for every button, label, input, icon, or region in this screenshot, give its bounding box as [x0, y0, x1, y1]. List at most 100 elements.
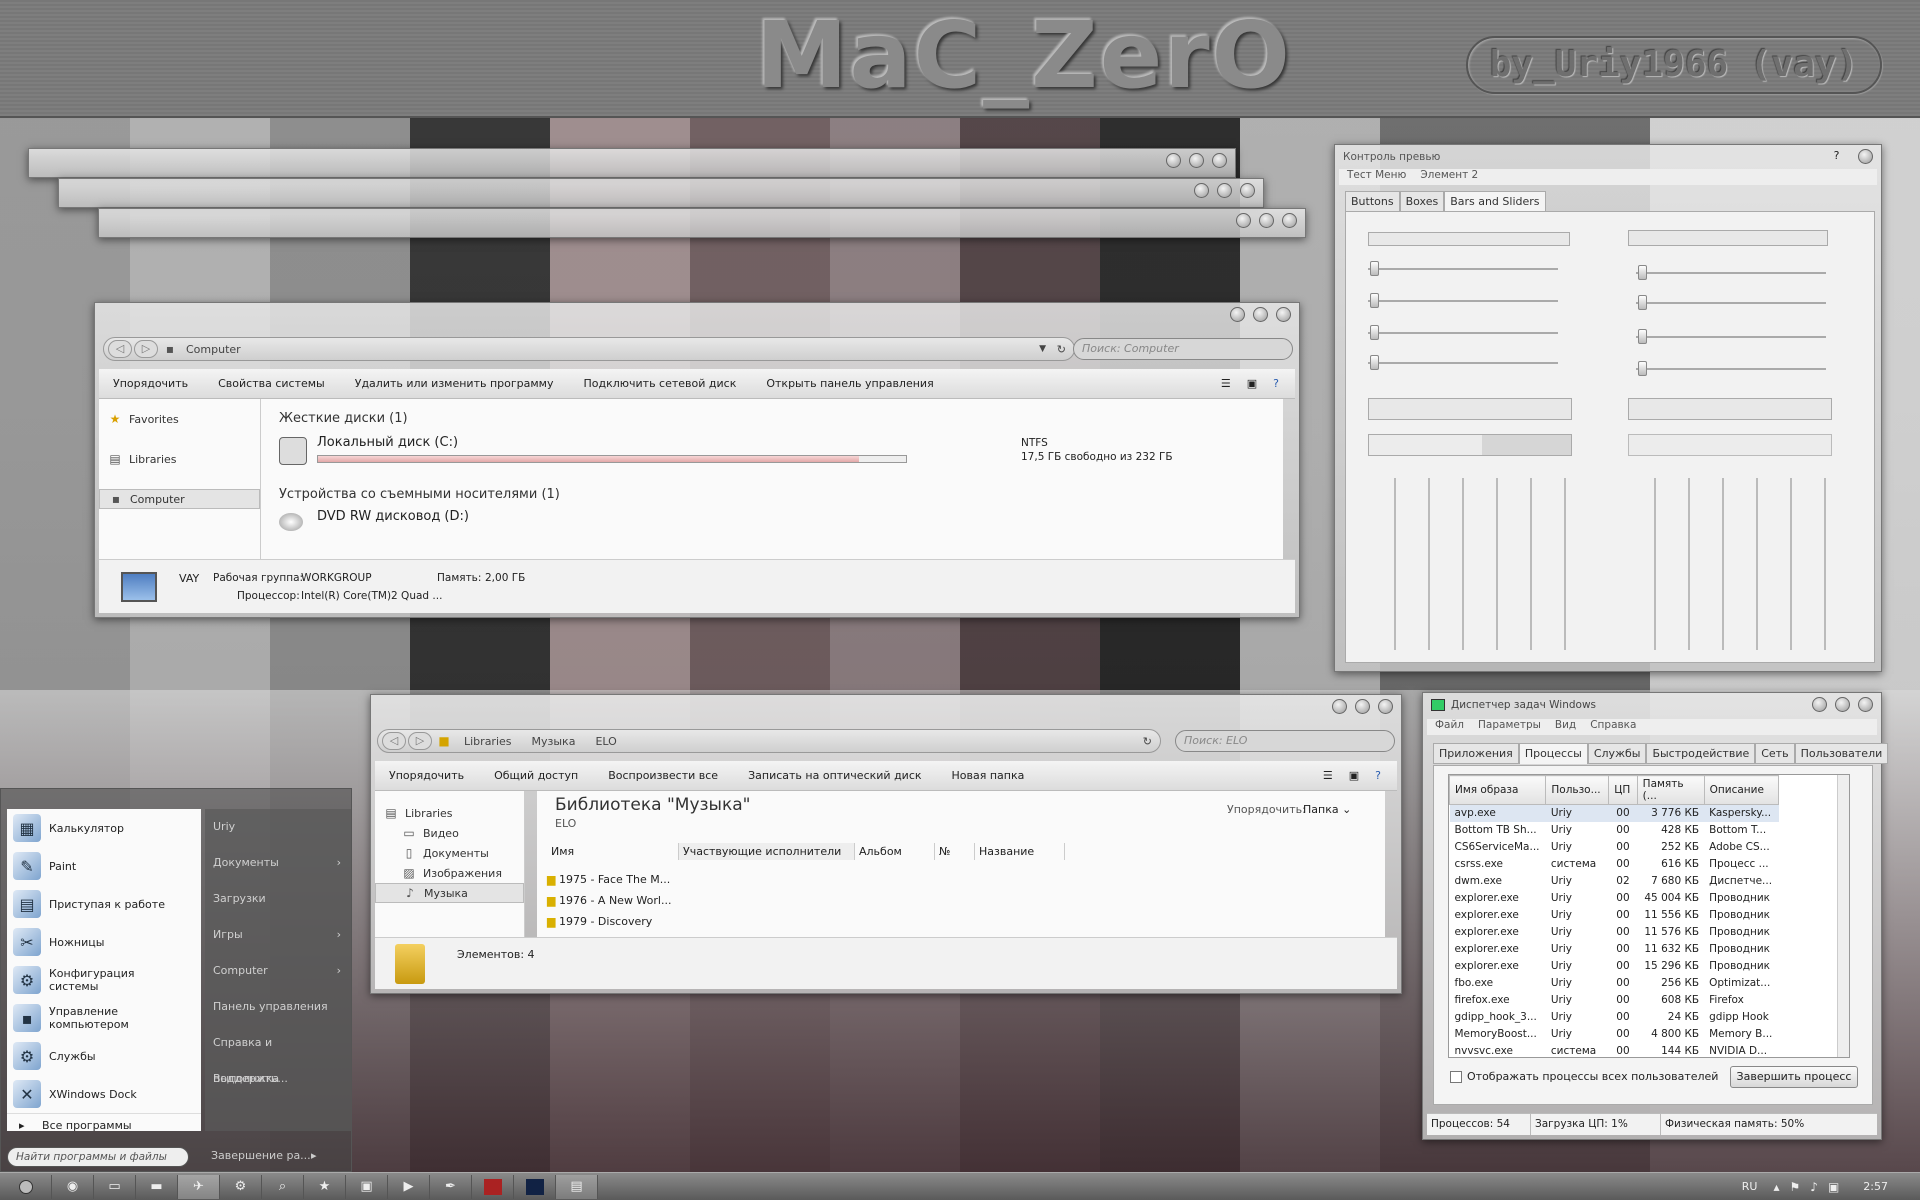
- minimize-button[interactable]: [1812, 697, 1827, 712]
- start-button[interactable]: [0, 1174, 52, 1199]
- start-place-help[interactable]: Справка и поддержка: [205, 1025, 351, 1085]
- show-hidden-icon[interactable]: ▴: [1773, 1180, 1779, 1194]
- sidebar-item-images[interactable]: ▨ Изображения: [375, 863, 524, 883]
- view-options-icon[interactable]: ☰: [1221, 377, 1231, 390]
- organize-button[interactable]: Упорядочить: [389, 769, 464, 782]
- help-icon[interactable]: ?: [1375, 769, 1381, 782]
- uninstall-button[interactable]: Удалить или изменить программу: [355, 377, 554, 390]
- column-artists[interactable]: Участвующие исполнители: [679, 843, 855, 860]
- search-input[interactable]: Поиск: Computer: [1073, 338, 1293, 360]
- start-item-calculator[interactable]: ▦ Калькулятор: [7, 809, 201, 847]
- preview-pane-icon[interactable]: ▣: [1349, 769, 1359, 782]
- start-item-xwindows-dock[interactable]: ✕ XWindows Dock: [7, 1075, 201, 1113]
- close-button[interactable]: [1858, 697, 1873, 712]
- start-place-documents[interactable]: Документы ›: [205, 845, 351, 881]
- taskbar-favorites-icon[interactable]: ★: [304, 1174, 346, 1199]
- maximize-button[interactable]: [1189, 153, 1204, 168]
- slider-thumb[interactable]: [1638, 295, 1647, 310]
- breadcrumb-elo[interactable]: ELO: [595, 735, 616, 748]
- ghost-window-1[interactable]: [28, 148, 1236, 178]
- slider-track[interactable]: [1368, 268, 1558, 270]
- help-button[interactable]: ?: [1829, 149, 1844, 164]
- tab-applications[interactable]: Приложения: [1433, 743, 1519, 764]
- minimize-button[interactable]: [1194, 183, 1209, 198]
- shutdown-button[interactable]: Завершение ра...: [211, 1149, 311, 1162]
- system-properties-button[interactable]: Свойства системы: [218, 377, 325, 390]
- start-item-snipping-tool[interactable]: ✂ Ножницы: [7, 923, 201, 961]
- taskbar-photoshop-icon[interactable]: [514, 1174, 556, 1199]
- table-row[interactable]: MemoryBoost... Uriy 00 4 800 КБ Memory B...: [1450, 1026, 1779, 1043]
- address-bar[interactable]: ◁ ▷ ■ Libraries Музыка ELO ↻: [377, 729, 1161, 753]
- column-name[interactable]: Имя: [547, 843, 679, 860]
- tab-services[interactable]: Службы: [1587, 743, 1647, 764]
- breadcrumb-music[interactable]: Музыка: [532, 735, 576, 748]
- tab-bars-sliders[interactable]: Bars and Sliders: [1444, 191, 1546, 212]
- taskbar-task-manager[interactable]: ▤: [556, 1174, 598, 1199]
- taskbar-search-icon[interactable]: ⌕: [262, 1174, 304, 1199]
- ghost-window-3[interactable]: [98, 208, 1306, 238]
- table-row[interactable]: CS6ServiceMa... Uriy 00 252 КБ Adobe CS...: [1450, 839, 1779, 856]
- start-place-games[interactable]: Игры ›: [205, 917, 351, 953]
- sidebar-item-libraries[interactable]: ▤ Libraries: [375, 803, 524, 823]
- column-title[interactable]: Название: [975, 843, 1065, 860]
- sidebar-item-computer[interactable]: ▪ Computer: [99, 489, 260, 509]
- start-search-input[interactable]: Найти программы и файлы: [7, 1147, 189, 1167]
- search-input[interactable]: Поиск: ELO: [1175, 730, 1395, 752]
- table-row[interactable]: explorer.exe Uriy 00 11 576 КБ Проводник: [1450, 924, 1779, 941]
- refresh-icon[interactable]: ↻: [1143, 735, 1152, 748]
- slider-thumb[interactable]: [1370, 293, 1379, 308]
- drive-c-item[interactable]: Локальный диск (C:): [275, 433, 975, 467]
- organize-button[interactable]: Упорядочить: [113, 377, 188, 390]
- new-folder-button[interactable]: Новая папка: [952, 769, 1025, 782]
- help-icon[interactable]: ?: [1273, 377, 1279, 390]
- table-row[interactable]: gdipp_hook_3... Uriy 00 24 КБ gdipp Hook: [1450, 1009, 1779, 1026]
- col-user[interactable]: Пользо...: [1545, 775, 1610, 805]
- vertical-slider-group-left[interactable]: [1368, 478, 1578, 650]
- slider-track[interactable]: [1636, 336, 1826, 338]
- language-indicator[interactable]: RU: [1742, 1180, 1758, 1193]
- vertical-scrollbar[interactable]: [1837, 775, 1849, 1057]
- menu-options[interactable]: Параметры: [1478, 719, 1541, 735]
- table-row[interactable]: csrss.exe система 00 616 КБ Процесс ...: [1450, 856, 1779, 873]
- tab-users[interactable]: Пользователи: [1794, 743, 1889, 764]
- sidebar-item-video[interactable]: ▭ Видео: [375, 823, 524, 843]
- tab-buttons[interactable]: Buttons: [1345, 191, 1400, 212]
- slider-track[interactable]: [1368, 300, 1558, 302]
- start-item-system-config[interactable]: ⚙ Конфигурация системы: [7, 961, 201, 999]
- sidebar-item-documents[interactable]: ▯ Документы: [375, 843, 524, 863]
- slider-track[interactable]: [1636, 302, 1826, 304]
- sidebar-item-music[interactable]: ♪ Музыка: [375, 883, 524, 903]
- shutdown-options-icon[interactable]: ▸: [311, 1149, 317, 1162]
- scrollbar-horizontal-left[interactable]: [1368, 232, 1570, 246]
- back-button[interactable]: ◁: [108, 340, 132, 358]
- forward-button[interactable]: ▷: [408, 732, 432, 750]
- sidebar-item-libraries[interactable]: ▤ Libraries: [99, 449, 260, 469]
- all-programs-button[interactable]: ▸ Все программы: [7, 1113, 201, 1137]
- clock[interactable]: 2:57: [1863, 1180, 1888, 1193]
- share-button[interactable]: Общий доступ: [494, 769, 578, 782]
- taskbar-app-firefox[interactable]: ◉: [52, 1174, 94, 1199]
- slider-track[interactable]: [1636, 368, 1826, 370]
- volume-icon[interactable]: ♪: [1810, 1180, 1818, 1194]
- table-row[interactable]: avp.exe Uriy 00 3 776 КБ Kaspersky...: [1449, 804, 1779, 822]
- burn-button[interactable]: Записать на оптический диск: [748, 769, 921, 782]
- slider-track[interactable]: [1368, 362, 1558, 364]
- list-item[interactable]: ▆ 1975 - Face The M...: [547, 873, 671, 894]
- tab-boxes[interactable]: Boxes: [1399, 191, 1445, 212]
- minimize-button[interactable]: [1332, 699, 1347, 714]
- table-row[interactable]: explorer.exe Uriy 00 45 004 КБ Проводник: [1450, 890, 1779, 907]
- close-button[interactable]: [1240, 183, 1255, 198]
- show-all-checkbox[interactable]: Отображать процессы всех пользователей: [1450, 1070, 1718, 1083]
- map-network-drive-button[interactable]: Подключить сетевой диск: [583, 377, 736, 390]
- maximize-button[interactable]: [1253, 307, 1268, 322]
- table-row[interactable]: fbo.exe Uriy 00 256 КБ Optimizat...: [1450, 975, 1779, 992]
- close-button[interactable]: [1858, 149, 1873, 164]
- start-item-getting-started[interactable]: ▤ Приступая к работе: [7, 885, 201, 923]
- table-row[interactable]: explorer.exe Uriy 00 15 296 КБ Проводник: [1450, 958, 1779, 975]
- taskbar-app-xwindows[interactable]: ✈: [178, 1174, 220, 1199]
- menu-help[interactable]: Справка: [1590, 719, 1636, 735]
- back-button[interactable]: ◁: [382, 732, 406, 750]
- taskbar-settings-icon[interactable]: ⚙: [220, 1174, 262, 1199]
- menu-file[interactable]: Файл: [1435, 719, 1464, 735]
- tab-processes[interactable]: Процессы: [1518, 743, 1588, 764]
